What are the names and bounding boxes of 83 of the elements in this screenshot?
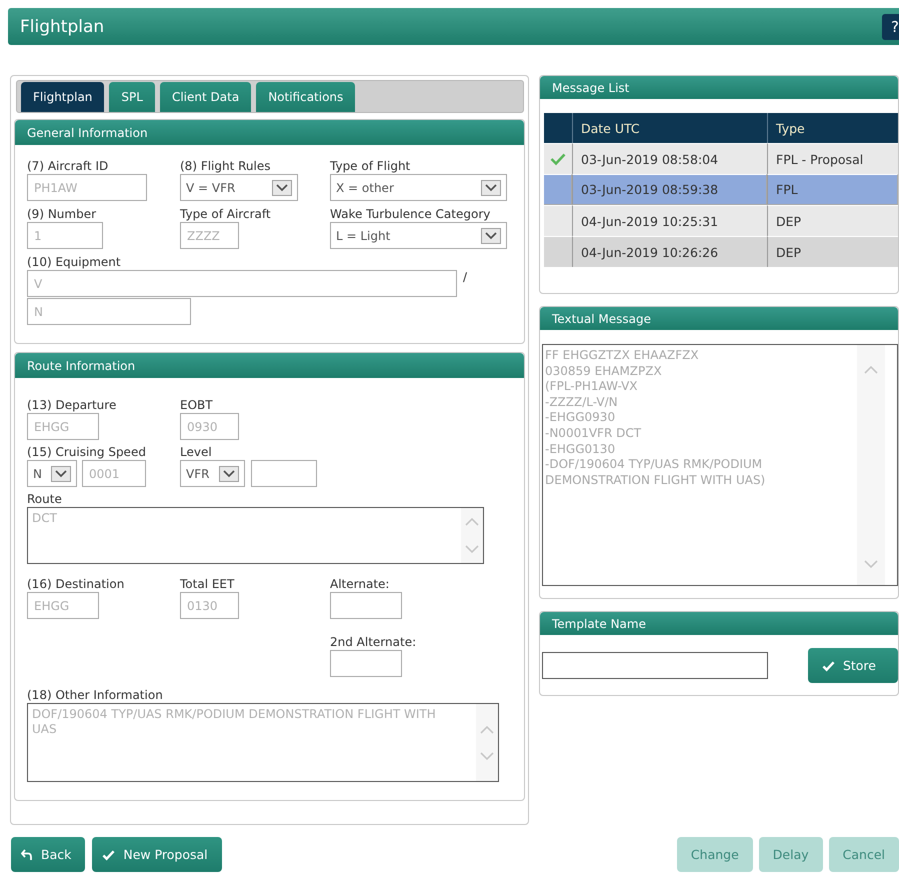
field-label: (7) Aircraft ID [27, 159, 110, 173]
field-label: Type of Flight [330, 159, 412, 173]
check-icon [550, 152, 566, 166]
field-label: (13) Departure [27, 398, 118, 412]
tab[interactable]: SPL [109, 82, 155, 112]
section-title: General Information [27, 126, 148, 140]
aircraft-id-field[interactable]: PH1AW [27, 174, 147, 201]
message-line: -N0001VFR DCT [545, 426, 642, 442]
table-cell[interactable]: DEP [767, 236, 898, 267]
scroll-up-icon[interactable] [480, 724, 494, 734]
field-label: Total EET [180, 577, 236, 591]
separator-text: / [463, 270, 468, 284]
field-label: (15) Cruising Speed [27, 445, 147, 459]
speed-field[interactable]: 0001 [82, 460, 146, 487]
equipment-field[interactable]: N [27, 298, 191, 325]
panel-title: Message List [540, 76, 898, 99]
field-label: (9) Number [27, 207, 98, 221]
message-line: -ZZZZ/L-V/N [545, 394, 619, 410]
field-label: (10) Equipment [27, 255, 122, 269]
check-icon [822, 660, 835, 672]
table-cell[interactable]: 04-Jun-2019 10:25:31 [572, 205, 767, 236]
alternate-field[interactable] [330, 650, 402, 677]
level-field[interactable] [251, 460, 317, 487]
level-dropdown[interactable]: VFR [180, 460, 245, 487]
table-cell[interactable]: DEP [767, 205, 898, 236]
total-eet-field[interactable]: 0130 [180, 592, 239, 619]
scroll-down-icon[interactable] [864, 559, 878, 569]
table-cell[interactable]: FPL [767, 174, 898, 205]
table-cell[interactable]: 03-Jun-2019 08:59:38 [572, 174, 767, 205]
table-cell[interactable]: FPL - Proposal [767, 143, 898, 174]
message-line: FF EHGGZTZX EHAAZFZX [545, 348, 700, 364]
message-text-area[interactable]: FF EHGGZTZX EHAAZFZX 030859 EHAMZPZX (FPL-PH1AW-VX -ZZZZ/L-V/N -EHGG0930 -N0001VFR DCT -EHGG0130 -DOF/190604 TYP/UAS RMK/PODIUM DEMONSTRATION FLIGHT WITH UAS) [542, 344, 898, 586]
action-button[interactable]: Back [11, 837, 86, 872]
message-line: 030859 EHAMZPZX [545, 364, 663, 380]
action-button[interactable]: New Proposal [92, 837, 222, 872]
field-label: EOBT [180, 398, 214, 412]
field-label: (18) Other Information [27, 688, 164, 702]
message-line: DEMONSTRATION FLIGHT WITH UAS) [545, 472, 766, 488]
equipment-field[interactable]: V [27, 270, 457, 297]
flight-rules-dropdown[interactable]: V = VFR [180, 174, 298, 201]
section-title: Route Information [27, 358, 136, 372]
field-label: 2nd Alternate: [330, 635, 416, 649]
panel-title: Template Name [540, 612, 898, 635]
message-line: -DOF/190604 TYP/UAS RMK/PODIUM [545, 457, 764, 473]
store-button[interactable]: Store [808, 648, 898, 683]
message-line: -EHGG0130 [545, 442, 616, 458]
speed-unit-dropdown[interactable]: N [27, 460, 77, 487]
table-cell[interactable]: 03-Jun-2019 08:58:04 [572, 143, 767, 174]
eobt-field[interactable]: 0930 [180, 413, 239, 440]
template-name-field[interactable] [542, 652, 768, 679]
alternate-field[interactable] [330, 592, 402, 619]
route-field[interactable]: DCT [27, 507, 484, 564]
scroll-down-icon[interactable] [465, 544, 479, 554]
scroll-up-icon[interactable] [864, 365, 878, 375]
destination-field[interactable]: EHGG [27, 592, 99, 619]
window-title: Flightplan [20, 16, 104, 36]
column-header: Date UTC [572, 113, 767, 143]
field-label: Type of Aircraft [180, 207, 272, 221]
message-line: (FPL-PH1AW-VX [545, 379, 639, 395]
departure-field[interactable]: EHGG [27, 413, 99, 440]
field-label: Wake Turbulence Category [330, 207, 492, 221]
flight-type-dropdown[interactable]: X = other [330, 174, 507, 201]
aircraft-type-field[interactable]: ZZZZ [180, 222, 239, 249]
message-line: -EHGG0930 [545, 410, 616, 426]
help-button[interactable]: ? [882, 14, 899, 40]
check-icon [102, 848, 116, 860]
panel-title: Textual Message [540, 307, 898, 330]
tab[interactable]: Flightplan [21, 82, 104, 112]
field-label: Level [180, 445, 213, 459]
other-information-field[interactable]: DOF/190604 TYP/UAS RMK/PODIUM DEMONSTRATION FLIGHT WITH UAS [27, 703, 499, 782]
field-label: (16) Destination [27, 577, 126, 591]
field-label: (8) Flight Rules [180, 159, 272, 173]
number-field[interactable]: 1 [27, 222, 103, 249]
tab[interactable]: Notifications [256, 82, 356, 112]
tab[interactable]: Client Data [160, 82, 252, 112]
field-label: Route [27, 492, 63, 506]
wake-category-dropdown[interactable]: L = Light [330, 222, 507, 249]
table-cell[interactable]: 04-Jun-2019 10:26:26 [572, 236, 767, 267]
scroll-down-icon[interactable] [480, 750, 494, 760]
back-arrow-icon [21, 848, 33, 860]
scroll-up-icon[interactable] [465, 516, 479, 527]
field-label: Alternate: [330, 577, 390, 591]
column-header: Type [767, 113, 898, 143]
